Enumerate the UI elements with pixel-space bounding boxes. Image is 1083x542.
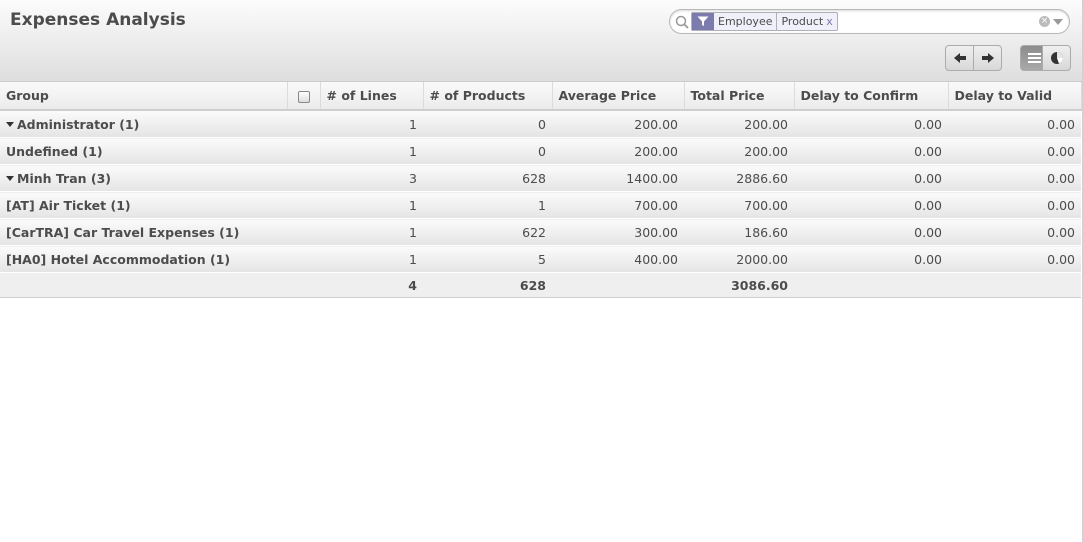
cell-delay-confirm: 0.00	[794, 191, 948, 219]
facet-value-employee: Employee	[714, 13, 778, 30]
cell-lines: 3	[320, 164, 423, 192]
cell-average-price: 400.00	[552, 245, 684, 273]
cell-products: 628	[423, 164, 552, 192]
cell-products: 0	[423, 110, 552, 138]
total-lines: 4	[320, 272, 423, 298]
group-label: [HA0] Hotel Accommodation (1)	[0, 245, 320, 273]
cell-delay-valid: 0.00	[948, 218, 1081, 246]
cell-lines: 1	[320, 245, 423, 273]
column-header-lines[interactable]: # of Lines	[320, 82, 424, 111]
group-label: [AT] Air Ticket (1)	[0, 191, 320, 219]
search-box[interactable]: Employee Product x ×	[669, 9, 1070, 34]
filter-icon	[692, 13, 714, 30]
cell-average-price: 200.00	[552, 110, 684, 138]
group-row-minh-tran[interactable]: Minh Tran (3) 3 628 1400.00 2886.60 0.00…	[0, 164, 1081, 192]
cell-average-price: 300.00	[552, 218, 684, 246]
pie-chart-icon	[1050, 52, 1063, 64]
cell-total-price: 200.00	[684, 137, 794, 165]
cell-lines: 1	[320, 137, 423, 165]
clear-search-icon[interactable]: ×	[1039, 16, 1050, 27]
cell-delay-confirm: 0.00	[794, 245, 948, 273]
group-label: [CarTRA] Car Travel Expenses (1)	[0, 218, 320, 246]
cell-average-price: 200.00	[552, 137, 684, 165]
search-options-dropdown-icon[interactable]	[1053, 19, 1063, 25]
cell-total-price: 200.00	[684, 110, 794, 138]
facet-value-product: Product	[781, 15, 824, 28]
totals-row: 4 628 3086.60	[0, 272, 1081, 298]
cell-delay-confirm: 0.00	[794, 137, 948, 165]
group-row-administrator[interactable]: Administrator (1) 1 0 200.00 200.00 0.00…	[0, 110, 1081, 138]
cell-delay-confirm: 0.00	[794, 110, 948, 138]
column-header-delay-valid[interactable]: Delay to Valid	[948, 82, 1082, 111]
cell-lines: 1	[320, 191, 423, 219]
cell-delay-valid: 0.00	[948, 137, 1081, 165]
select-all-checkbox[interactable]	[297, 90, 310, 103]
view-header: Expenses Analysis Employee Product x ×	[0, 0, 1083, 82]
list-icon	[1028, 53, 1041, 63]
column-header-group[interactable]: Group	[0, 82, 288, 111]
arrow-right-icon	[981, 53, 994, 63]
group-label: Administrator (1)	[17, 116, 140, 132]
cell-total-price: 700.00	[684, 191, 794, 219]
total-price: 3086.60	[684, 272, 794, 298]
cell-total-price: 2886.60	[684, 164, 794, 192]
select-all-checkbox-cell[interactable]	[287, 82, 321, 111]
cell-lines: 1	[320, 110, 423, 138]
caret-down-icon[interactable]	[6, 175, 14, 181]
cell-delay-confirm: 0.00	[794, 218, 948, 246]
column-header-products[interactable]: # of Products	[423, 82, 553, 111]
group-row-air-ticket[interactable]: [AT] Air Ticket (1) 1 1 700.00 700.00 0.…	[0, 191, 1081, 219]
cell-average-price: 700.00	[552, 191, 684, 219]
cell-average-price: 1400.00	[552, 164, 684, 192]
cell-products: 622	[423, 218, 552, 246]
group-row-hotel[interactable]: [HA0] Hotel Accommodation (1) 1 5 400.00…	[0, 245, 1081, 273]
graph-view-button[interactable]	[1042, 45, 1071, 71]
page-title: Expenses Analysis	[10, 10, 186, 30]
facet-remove-icon[interactable]: x	[825, 13, 837, 30]
table-header-row: Group # of Lines # of Products Average P…	[0, 82, 1082, 111]
cell-products: 5	[423, 245, 552, 273]
group-label: Minh Tran (3)	[17, 170, 112, 186]
total-products: 628	[423, 272, 552, 298]
group-row-car-travel[interactable]: [CarTRA] Car Travel Expenses (1) 1 622 3…	[0, 218, 1081, 246]
group-row-undefined[interactable]: Undefined (1) 1 0 200.00 200.00 0.00 0.0…	[0, 137, 1081, 165]
cell-products: 1	[423, 191, 552, 219]
cell-delay-confirm: 0.00	[794, 164, 948, 192]
cell-delay-valid: 0.00	[948, 110, 1081, 138]
cell-delay-valid: 0.00	[948, 164, 1081, 192]
next-button[interactable]	[973, 45, 1002, 71]
cell-delay-valid: 0.00	[948, 191, 1081, 219]
arrow-left-icon	[953, 53, 966, 63]
cell-delay-valid: 0.00	[948, 245, 1081, 273]
caret-down-icon[interactable]	[6, 121, 14, 127]
cell-products: 0	[423, 137, 552, 165]
group-label: Undefined (1)	[0, 137, 320, 165]
expenses-table: Group # of Lines # of Products Average P…	[0, 82, 1082, 298]
cell-lines: 1	[320, 218, 423, 246]
previous-button[interactable]	[945, 45, 974, 71]
column-header-total-price[interactable]: Total Price	[684, 82, 795, 111]
column-header-average-price[interactable]: Average Price	[552, 82, 685, 111]
cell-total-price: 2000.00	[684, 245, 794, 273]
cell-total-price: 186.60	[684, 218, 794, 246]
column-header-delay-confirm[interactable]: Delay to Confirm	[794, 82, 949, 111]
search-icon	[675, 15, 689, 29]
search-facet[interactable]: Employee Product x	[691, 12, 838, 31]
